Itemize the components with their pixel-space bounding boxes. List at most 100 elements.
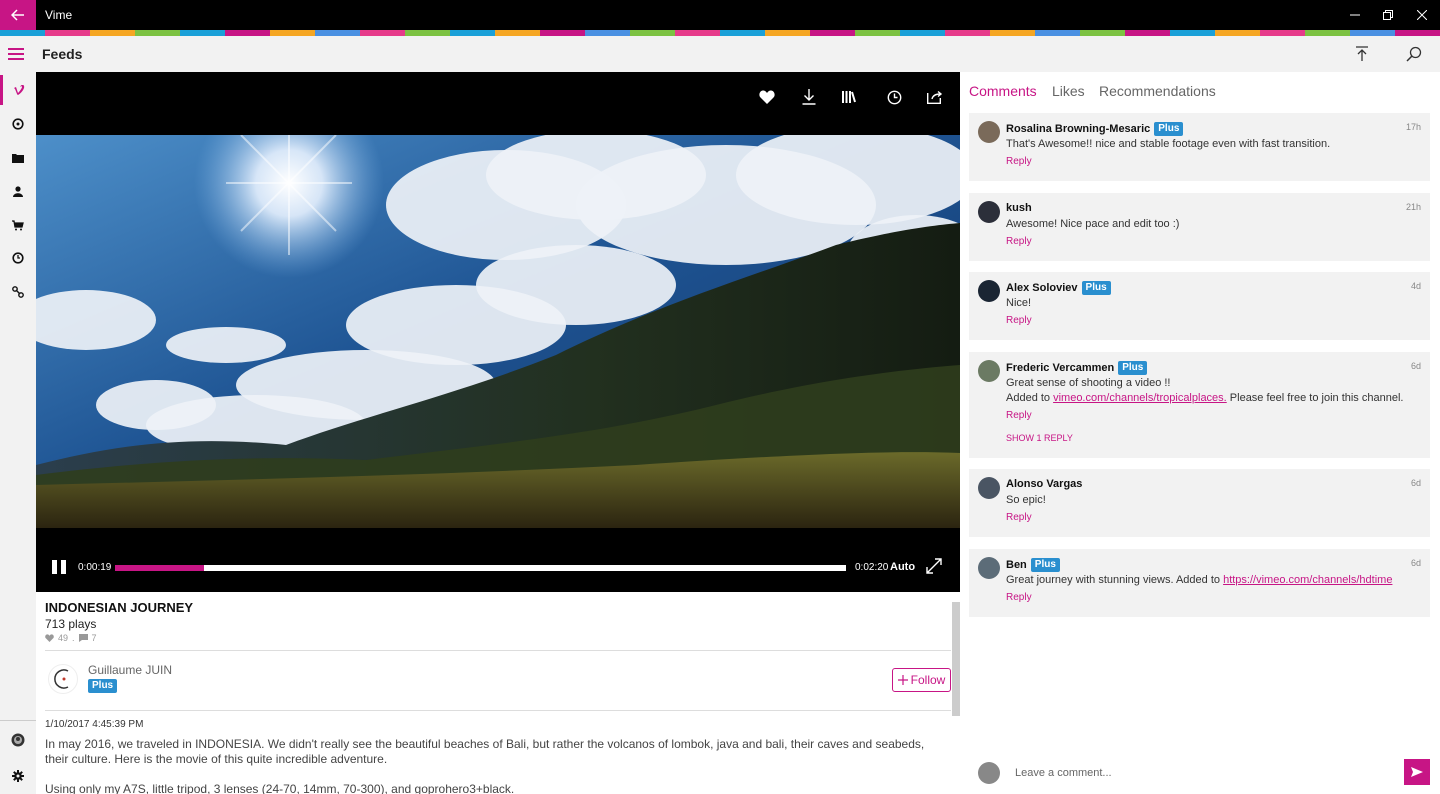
- commenter-name[interactable]: Alonso Vargas: [1006, 478, 1082, 490]
- like-button[interactable]: [756, 86, 778, 108]
- commenter-name[interactable]: Ben Plus: [1006, 558, 1060, 572]
- send-comment-button[interactable]: [1404, 759, 1430, 785]
- vimeo-logo-icon: [13, 85, 24, 95]
- comment-text: Nice!: [1006, 297, 1032, 309]
- video-stats: 49 . 7: [45, 633, 97, 643]
- tab-recommendations[interactable]: Recommendations: [1099, 83, 1216, 99]
- app-header: Feeds: [0, 36, 1440, 72]
- comment-line: Added to vimeo.com/channels/tropicalplac…: [1006, 391, 1403, 406]
- download-button[interactable]: [798, 86, 820, 108]
- channel-link[interactable]: vimeo.com/channels/tropicalplaces.: [1053, 392, 1227, 404]
- search-button[interactable]: [1404, 44, 1424, 64]
- heart-icon: [45, 634, 54, 642]
- plus-badge: Plus: [1154, 122, 1184, 136]
- channel-link[interactable]: https://vimeo.com/channels/hdtime: [1223, 574, 1392, 586]
- comment-item: Rosalina Browning-Mesaric Plus 17h That'…: [969, 113, 1430, 181]
- reply-link[interactable]: Reply: [1006, 410, 1032, 421]
- comment-text: That's Awesome!! nice and stable footage…: [1006, 138, 1331, 150]
- commenter-avatar[interactable]: [978, 121, 1000, 143]
- follow-button[interactable]: Follow: [892, 668, 951, 692]
- hamburger-menu-button[interactable]: [8, 44, 28, 64]
- watch-later-button[interactable]: [883, 86, 905, 108]
- send-icon: [1411, 767, 1423, 777]
- nav-item-explore[interactable]: [0, 109, 36, 139]
- comment-text: Great journey with stunning views. Added…: [1006, 573, 1392, 588]
- nav-item-profile[interactable]: [0, 176, 36, 206]
- comment-item: Frederic Vercammen Plus 6d Great sense o…: [969, 352, 1430, 458]
- share-icon: [927, 90, 943, 104]
- comment-time: 6d: [1410, 558, 1421, 568]
- cart-icon: [12, 219, 24, 230]
- play-count: 713 plays: [45, 617, 97, 631]
- tab-likes[interactable]: Likes: [1052, 83, 1085, 99]
- commenter-name-text: kush: [1006, 202, 1032, 214]
- commenter-name-text: Rosalina Browning-Mesaric: [1006, 123, 1151, 135]
- comment-time: 6d: [1410, 361, 1421, 371]
- close-button[interactable]: [1405, 0, 1439, 30]
- comment-text-segment: Added to: [1006, 392, 1054, 404]
- nav-item-settings[interactable]: [0, 761, 36, 791]
- page-title: Feeds: [42, 46, 83, 62]
- commenter-avatar[interactable]: [978, 360, 1000, 382]
- share-button[interactable]: [924, 86, 946, 108]
- commenter-avatar[interactable]: [978, 557, 1000, 579]
- commenter-name[interactable]: Frederic Vercammen Plus: [1006, 361, 1148, 375]
- commenter-name[interactable]: kush: [1006, 202, 1032, 214]
- comment-input[interactable]: [1010, 762, 1390, 784]
- comment-item: Alonso Vargas 6d So epic! Reply: [969, 469, 1430, 537]
- scroll-to-top-button[interactable]: [1352, 44, 1372, 64]
- nav-item-history[interactable]: [0, 243, 36, 273]
- player-controls: 0:00:19 0:02:20 Auto: [36, 548, 960, 592]
- comment-time: 6d: [1410, 478, 1421, 488]
- back-button[interactable]: [0, 0, 36, 30]
- current-time: 0:00:19: [78, 562, 112, 573]
- details-scrollbar[interactable]: [952, 602, 960, 716]
- reply-link[interactable]: Reply: [1006, 512, 1032, 523]
- commenter-name[interactable]: Alex Soloviev Plus: [1006, 281, 1111, 295]
- follow-label: Follow: [910, 673, 946, 687]
- commenter-avatar[interactable]: [978, 201, 1000, 223]
- fullscreen-button[interactable]: [926, 558, 946, 578]
- settings-icon: [12, 770, 24, 782]
- commenter-name-text: Ben: [1006, 559, 1027, 571]
- video-player[interactable]: 0:00:19 0:02:20 Auto: [36, 72, 960, 592]
- comment-text: So epic!: [1006, 494, 1046, 506]
- explore-icon: [12, 118, 24, 130]
- nav-item-account[interactable]: [0, 725, 36, 755]
- reply-link[interactable]: Reply: [1006, 315, 1032, 326]
- author-avatar[interactable]: [48, 664, 78, 694]
- comment-composer: [960, 758, 1440, 788]
- add-to-collection-icon: [842, 91, 856, 103]
- tab-comments[interactable]: Comments: [969, 83, 1037, 99]
- reply-link[interactable]: Reply: [1006, 236, 1032, 247]
- comment-item: kush 21h Awesome! Nice pace and edit too…: [969, 193, 1430, 261]
- description-paragraph: In may 2016, we traveled in INDONESIA. W…: [45, 737, 925, 766]
- quality-selector[interactable]: Auto: [890, 561, 915, 573]
- reply-link[interactable]: Reply: [1006, 592, 1032, 603]
- nav-item-store[interactable]: [0, 210, 36, 240]
- seek-bar[interactable]: [115, 565, 846, 571]
- nav-item-vimeo[interactable]: [0, 75, 36, 105]
- video-frame-image: [36, 135, 960, 528]
- minimize-button[interactable]: [1338, 0, 1372, 30]
- divider: [45, 650, 951, 651]
- reply-link[interactable]: Reply: [1006, 156, 1032, 167]
- plus-badge: Plus: [1030, 558, 1060, 572]
- show-replies-link[interactable]: SHOW 1 REPLY: [1006, 433, 1073, 443]
- like-count: 49: [58, 633, 69, 643]
- nav-item-links[interactable]: [0, 277, 36, 307]
- commenter-name-text: Alex Soloviev: [1006, 282, 1078, 294]
- pause-button[interactable]: [52, 560, 68, 576]
- commenter-avatar[interactable]: [978, 280, 1000, 302]
- commenter-avatar[interactable]: [978, 477, 1000, 499]
- comment-bubble-icon: [78, 634, 88, 642]
- author-name[interactable]: Guillaume JUIN: [88, 663, 172, 677]
- my-avatar: [978, 762, 1000, 784]
- add-to-collection-button[interactable]: [838, 86, 860, 108]
- watch-later-icon: [887, 90, 901, 104]
- commenter-name[interactable]: Rosalina Browning-Mesaric Plus: [1006, 122, 1184, 136]
- arrow-left-icon: [11, 9, 24, 21]
- comment-item: Alex Soloviev Plus 4d Nice! Reply: [969, 272, 1430, 340]
- restore-button[interactable]: [1371, 0, 1405, 30]
- nav-item-folders[interactable]: [0, 143, 36, 173]
